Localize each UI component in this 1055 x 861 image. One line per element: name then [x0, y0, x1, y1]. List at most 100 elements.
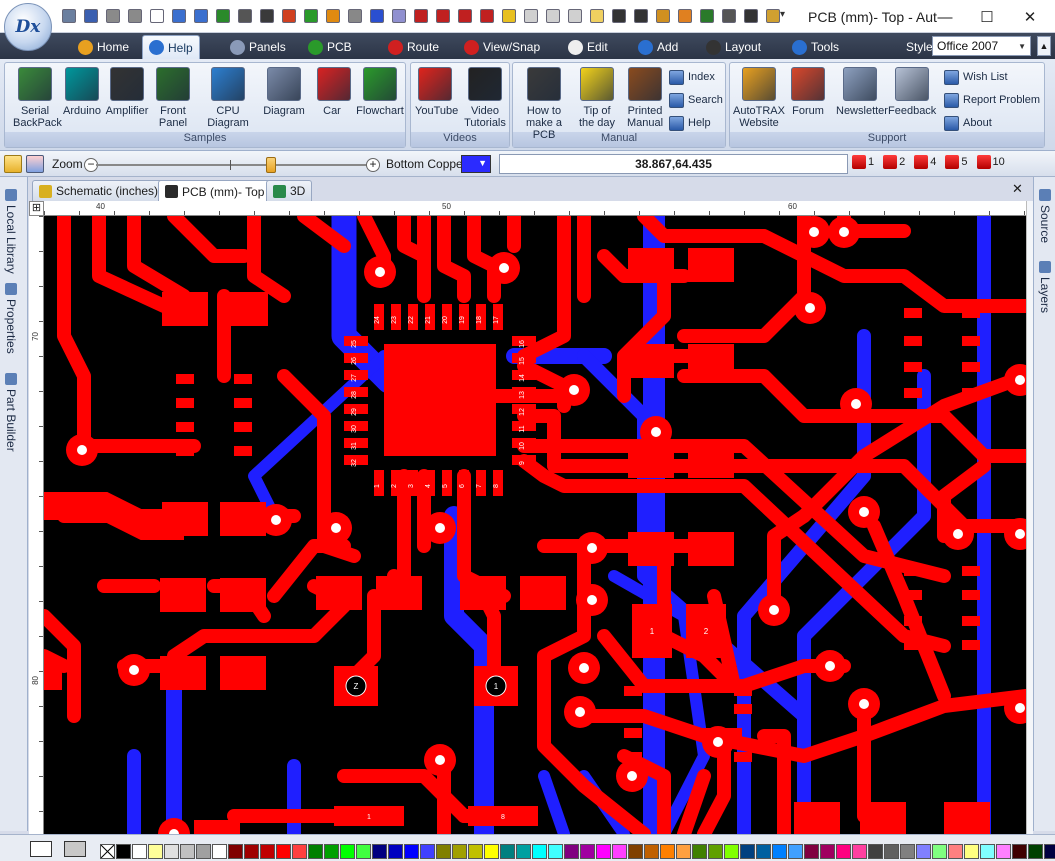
palette-swatch[interactable] [916, 844, 931, 859]
small-pad-20[interactable] [962, 590, 980, 600]
palette-swatch[interactable] [836, 844, 851, 859]
small-pad-1[interactable] [176, 374, 194, 384]
smd-pad-14[interactable] [688, 248, 734, 282]
qat-tool-3-icon[interactable] [102, 6, 123, 26]
small-pad-18[interactable] [962, 566, 980, 576]
qat-tool-5-icon[interactable] [146, 6, 167, 26]
grid-step-10-button[interactable]: 10 [976, 155, 1005, 169]
palette-swatch[interactable] [324, 844, 339, 859]
smd-pad-15[interactable] [628, 344, 674, 378]
pcb-drawing[interactable]: 24 23 22 21 20 19 18 17252627282930313216151413… [44, 216, 1026, 834]
close-button[interactable]: ✕ [1010, 6, 1050, 28]
small-pad-23[interactable] [904, 640, 922, 650]
top-trace-11[interactable] [467, 216, 501, 303]
smd-pad-19[interactable] [628, 532, 674, 566]
primary-color-swatch[interactable] [30, 841, 52, 857]
smd-pad-16[interactable] [688, 344, 734, 378]
ic-pin-bottom[interactable] [425, 470, 435, 496]
palette-swatch[interactable] [996, 844, 1011, 859]
tab-edit[interactable]: Edit [562, 35, 614, 59]
palette-swatch[interactable] [820, 844, 835, 859]
maximize-button[interactable]: ☐ [967, 6, 1007, 28]
palette-swatch[interactable] [372, 844, 387, 859]
close-document-icon[interactable]: ✕ [1012, 181, 1023, 197]
palette-swatch[interactable] [612, 844, 627, 859]
palette-swatch[interactable] [660, 844, 675, 859]
qat-tool-8-icon[interactable] [212, 6, 233, 26]
ribbon-button-youtube[interactable]: YouTube [415, 67, 458, 117]
smd-pad-5[interactable] [160, 578, 206, 612]
ribbon-button-front-panel[interactable]: Front Panel [153, 67, 193, 129]
small-pad-30[interactable] [734, 752, 752, 762]
qat-tool-29-icon[interactable] [674, 6, 695, 26]
palette-swatch[interactable] [356, 844, 371, 859]
pcb-canvas[interactable]: 24 23 22 21 20 19 18 17 25 26 27 28 29 30 31 32 16 15 14 13… [44, 216, 1026, 834]
small-pad-31[interactable] [734, 704, 752, 714]
palette-swatch[interactable] [740, 844, 755, 859]
vertical-scrollbar[interactable] [1026, 201, 1033, 834]
palette-swatch[interactable] [868, 844, 883, 859]
small-pad-16[interactable] [962, 388, 980, 398]
ic-pin-bottom[interactable] [391, 470, 401, 496]
small-pad-17[interactable] [904, 566, 922, 576]
side-tab-part-builder[interactable]: Part Builder [4, 373, 18, 452]
ribbon-button-cpu-diagram[interactable]: CPU Diagram [197, 67, 259, 129]
ribbon-button-newsletter[interactable]: Newsletter [836, 67, 888, 117]
palette-swatch[interactable] [964, 844, 979, 859]
ic-pin-bottom[interactable] [442, 470, 452, 496]
doc-tab-pcb-mm-top[interactable]: PCB (mm)- Top [158, 180, 272, 202]
ribbon-button-feedback[interactable]: Feedback [888, 67, 936, 117]
palette-swatch[interactable] [1044, 844, 1055, 859]
palette-swatch[interactable] [292, 844, 307, 859]
palette-swatch[interactable] [228, 844, 243, 859]
qat-tool-25-icon[interactable] [586, 6, 607, 26]
qat-tool-21-icon[interactable] [498, 6, 519, 26]
small-pad-21[interactable] [904, 616, 922, 626]
bottom-pad-3[interactable] [860, 802, 906, 834]
qat-tool-23-icon[interactable] [542, 6, 563, 26]
ic-pin-bottom[interactable] [459, 470, 469, 496]
palette-swatch[interactable] [900, 844, 915, 859]
palette-swatch[interactable] [564, 844, 579, 859]
ribbon-button-arduino[interactable]: Arduino [61, 67, 103, 117]
qat-tool-16-icon[interactable] [388, 6, 409, 26]
tab-home[interactable]: Home [72, 35, 135, 59]
qat-tool-20-icon[interactable] [476, 6, 497, 26]
smd-pad-4[interactable] [220, 502, 266, 536]
top-trace-13[interactable] [517, 216, 571, 363]
side-tab-properties[interactable]: Properties [4, 283, 18, 354]
quick-access-more-icon[interactable]: ▾ [780, 9, 785, 20]
ribbon-button-serial-backpack[interactable]: Serial BackPack [13, 67, 62, 129]
smd-pad-21[interactable] [44, 660, 62, 690]
qat-tool-11-icon[interactable] [278, 6, 299, 26]
small-pad-24[interactable] [962, 640, 980, 650]
smd-pad-8[interactable] [220, 656, 266, 690]
zoom-slider[interactable]: − + [84, 157, 380, 173]
qat-tool-14-icon[interactable] [344, 6, 365, 26]
qat-tool-6-icon[interactable] [168, 6, 189, 26]
ic-pin-bottom[interactable] [493, 470, 503, 496]
palette-swatch[interactable] [1012, 844, 1027, 859]
grid-step-1-button[interactable]: 1 [852, 155, 874, 169]
smd-pad-17[interactable] [628, 444, 674, 478]
ribbon-button-car[interactable]: Car [317, 67, 351, 117]
top-trace-5[interactable] [247, 216, 291, 303]
ribbon-button-tip-of-the-day[interactable]: Tip of the day [575, 67, 619, 129]
palette-swatch[interactable] [180, 844, 195, 859]
ic-body[interactable] [384, 344, 496, 456]
palette-swatch[interactable] [196, 844, 211, 859]
palette-swatch[interactable] [532, 844, 547, 859]
palette-swatch[interactable] [260, 844, 275, 859]
palette-swatch[interactable] [500, 844, 515, 859]
small-pad-5[interactable] [176, 422, 194, 432]
palette-swatch[interactable] [628, 844, 643, 859]
palette-swatch[interactable] [404, 844, 419, 859]
grid-step-5-button[interactable]: 5 [945, 155, 968, 169]
small-pad-4[interactable] [234, 398, 252, 408]
palette-swatch[interactable] [484, 844, 499, 859]
palette-swatch[interactable] [388, 844, 403, 859]
tab-route[interactable]: Route [382, 35, 445, 59]
top-trace-10[interactable] [437, 216, 471, 303]
zoom-in-button[interactable]: + [366, 158, 380, 172]
tab-pcb[interactable]: PCB [302, 35, 358, 59]
